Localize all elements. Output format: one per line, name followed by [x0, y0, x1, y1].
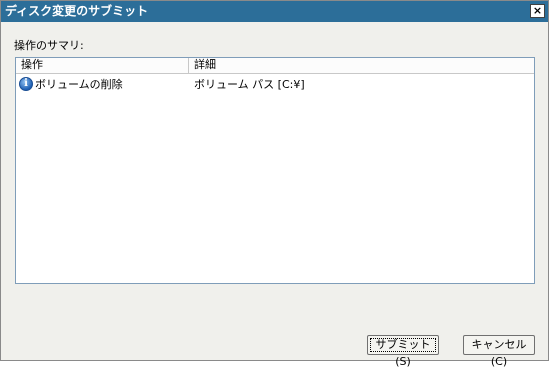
title-bar: ディスク変更のサブミット ×: [1, 1, 548, 22]
close-button[interactable]: ×: [530, 4, 545, 18]
operation-cell: i ボリュームの削除: [16, 76, 189, 92]
column-header-detail[interactable]: 詳細: [189, 58, 534, 73]
list-header: 操作 詳細: [16, 58, 534, 74]
column-header-operation[interactable]: 操作: [16, 58, 189, 73]
operations-list[interactable]: 操作 詳細 i ボリュームの削除 ボリューム パス [C:¥]: [15, 57, 535, 284]
submit-button[interactable]: サブミット(S): [367, 335, 439, 368]
detail-cell: ボリューム パス [C:¥]: [194, 78, 305, 91]
cancel-button[interactable]: キャンセル(C): [463, 335, 535, 368]
summary-label: 操作のサマリ:: [14, 39, 84, 52]
info-icon: i: [19, 77, 33, 91]
window-title: ディスク変更のサブミット: [5, 4, 149, 18]
dialog-window: ディスク変更のサブミット × 操作のサマリ: 操作 詳細 i ボリュームの削除 …: [0, 0, 549, 368]
table-row[interactable]: i ボリュームの削除 ボリューム パス [C:¥]: [16, 75, 534, 93]
operation-text: ボリュームの削除: [35, 78, 123, 91]
